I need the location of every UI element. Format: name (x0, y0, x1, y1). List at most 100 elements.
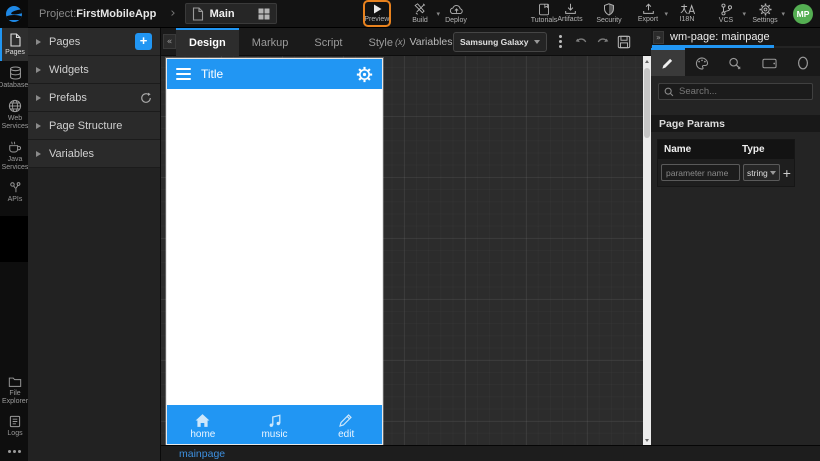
settings-button[interactable]: Settings ▾ (752, 1, 785, 27)
web-services-globe-icon (8, 99, 22, 113)
rail-item-logs[interactable]: Logs (0, 410, 28, 442)
properties-search[interactable] (658, 83, 813, 100)
chevron-down-icon (769, 170, 776, 175)
phone-page-content[interactable] (167, 89, 382, 405)
wavemaker-logo[interactable] (0, 0, 28, 28)
refresh-icon[interactable] (140, 92, 152, 104)
add-page-button[interactable]: + (135, 33, 152, 50)
undo-button[interactable] (574, 35, 589, 49)
build-label: Build (412, 16, 428, 24)
phone-tab-home[interactable]: home (167, 410, 239, 440)
parameter-type-select[interactable]: string (743, 164, 780, 181)
build-tools-icon (414, 2, 426, 15)
kebab-dot (559, 35, 562, 38)
rail-more-button[interactable] (0, 442, 28, 459)
project-breadcrumb: Project:FirstMobileApp (39, 8, 156, 20)
section-pages-label: Pages (49, 35, 81, 48)
tab-device[interactable] (752, 48, 786, 76)
preview-button[interactable]: Preview (362, 0, 391, 27)
save-button[interactable] (617, 35, 631, 49)
tab-design[interactable]: Design (176, 27, 239, 56)
tab-script-label: Script (314, 36, 343, 49)
vcs-label: VCS (718, 16, 734, 24)
section-prefabs[interactable]: Prefabs (28, 84, 160, 112)
rail-item-file-explorer[interactable]: File Explorer (0, 371, 28, 410)
section-variables[interactable]: Variables (28, 140, 160, 168)
section-pages[interactable]: Pages + (28, 28, 160, 56)
phone-page-title[interactable]: Title (201, 67, 346, 81)
section-prefabs-label: Prefabs (49, 91, 87, 104)
tutorials-book-icon (539, 3, 549, 15)
phone-tabbar[interactable]: home music edit (167, 405, 382, 444)
phone-tab-edit[interactable]: edit (310, 410, 382, 440)
scrollbar-thumb[interactable] (644, 68, 650, 138)
properties-panel: » wm-page: mainpage Search... Page Param… (651, 28, 820, 445)
section-widgets[interactable]: Widgets (28, 56, 160, 84)
tab-styles[interactable] (685, 48, 719, 76)
deploy-button[interactable]: Deploy (443, 1, 469, 27)
artifacts-button[interactable]: Artifacts (557, 1, 583, 27)
tutorials-button[interactable]: Tutorials (531, 1, 557, 27)
parameter-name-input[interactable] (661, 164, 740, 181)
open-page-tab-mainpage[interactable]: mainpage (161, 448, 243, 460)
page-selector[interactable]: Main (184, 3, 277, 24)
redo-button[interactable] (595, 35, 610, 49)
play-icon (373, 4, 382, 14)
vcs-button[interactable]: VCS ▾ (713, 1, 746, 27)
open-pages-bar: mainpage (161, 445, 820, 461)
scroll-down-arrow[interactable] (643, 435, 651, 445)
pencil-icon (662, 58, 673, 69)
phone-tab-music[interactable]: music (239, 410, 311, 440)
build-caret-icon: ▾ (436, 9, 440, 18)
edit-pencil-icon (339, 413, 353, 427)
add-parameter-button[interactable]: + (783, 166, 791, 180)
deploy-cloud-icon (449, 4, 463, 14)
search-input[interactable] (679, 86, 807, 97)
security-button[interactable]: Security (596, 1, 622, 27)
ring-icon (798, 56, 809, 70)
vcs-caret-icon: ▾ (742, 9, 746, 18)
user-avatar[interactable]: MP (793, 3, 813, 24)
phone-header-bar[interactable]: Title (167, 59, 382, 89)
rail-item-java-services[interactable]: Java Services (0, 135, 28, 176)
security-label: Security (596, 16, 622, 24)
section-page-structure-label: Page Structure (49, 119, 123, 132)
phone-settings-gear-icon[interactable] (356, 66, 373, 83)
page-params-header: Page Params (651, 115, 820, 132)
tab-properties[interactable] (651, 48, 685, 76)
rail-item-web-services[interactable]: Web Services (0, 94, 28, 135)
device-selector[interactable]: Samsung Galaxy Note III (453, 31, 547, 52)
page-params-table: Name Type string + (657, 139, 795, 187)
rail-item-apis[interactable]: APIs (0, 176, 28, 208)
build-button[interactable]: Build ▾ (407, 1, 440, 27)
expand-panel-button[interactable]: » (653, 30, 664, 44)
tab-outline[interactable] (786, 48, 820, 76)
scroll-up-arrow[interactable] (643, 56, 651, 66)
rail-item-pages[interactable]: Pages (0, 28, 28, 61)
rail-item-databases[interactable]: Databases (0, 61, 32, 94)
collapse-left-panel-button[interactable]: « (163, 34, 176, 49)
left-panel: Pages + Widgets Prefabs Page Structure V… (28, 28, 161, 461)
column-name-label: Name (664, 144, 692, 155)
properties-panel-header: » wm-page: mainpage (651, 28, 820, 48)
tab-markup[interactable]: Markup (239, 28, 302, 56)
phone-mockup[interactable]: Title home music edit (166, 58, 383, 445)
kebab-dot (559, 45, 562, 48)
security-shield-icon (604, 2, 614, 16)
artifacts-download-icon (564, 3, 576, 14)
phone-tab-music-label: music (261, 428, 288, 440)
i18n-button[interactable]: I18N (674, 1, 700, 27)
rail-spacer-block (0, 216, 28, 262)
export-button[interactable]: Export ▾ (635, 1, 668, 27)
hamburger-menu-icon[interactable] (176, 67, 191, 81)
pages-icon (9, 33, 21, 47)
section-page-structure[interactable]: Page Structure (28, 112, 160, 140)
tab-script[interactable]: Script (301, 28, 355, 56)
i18n-label: I18N (679, 16, 695, 23)
canvas-vertical-scrollbar[interactable] (643, 56, 651, 445)
tab-search-expressions[interactable] (719, 48, 753, 76)
grid-icon[interactable] (258, 8, 270, 20)
more-dots-icon (7, 450, 11, 453)
tab-markup-label: Markup (251, 36, 289, 49)
canvas-more-button[interactable] (555, 31, 566, 52)
